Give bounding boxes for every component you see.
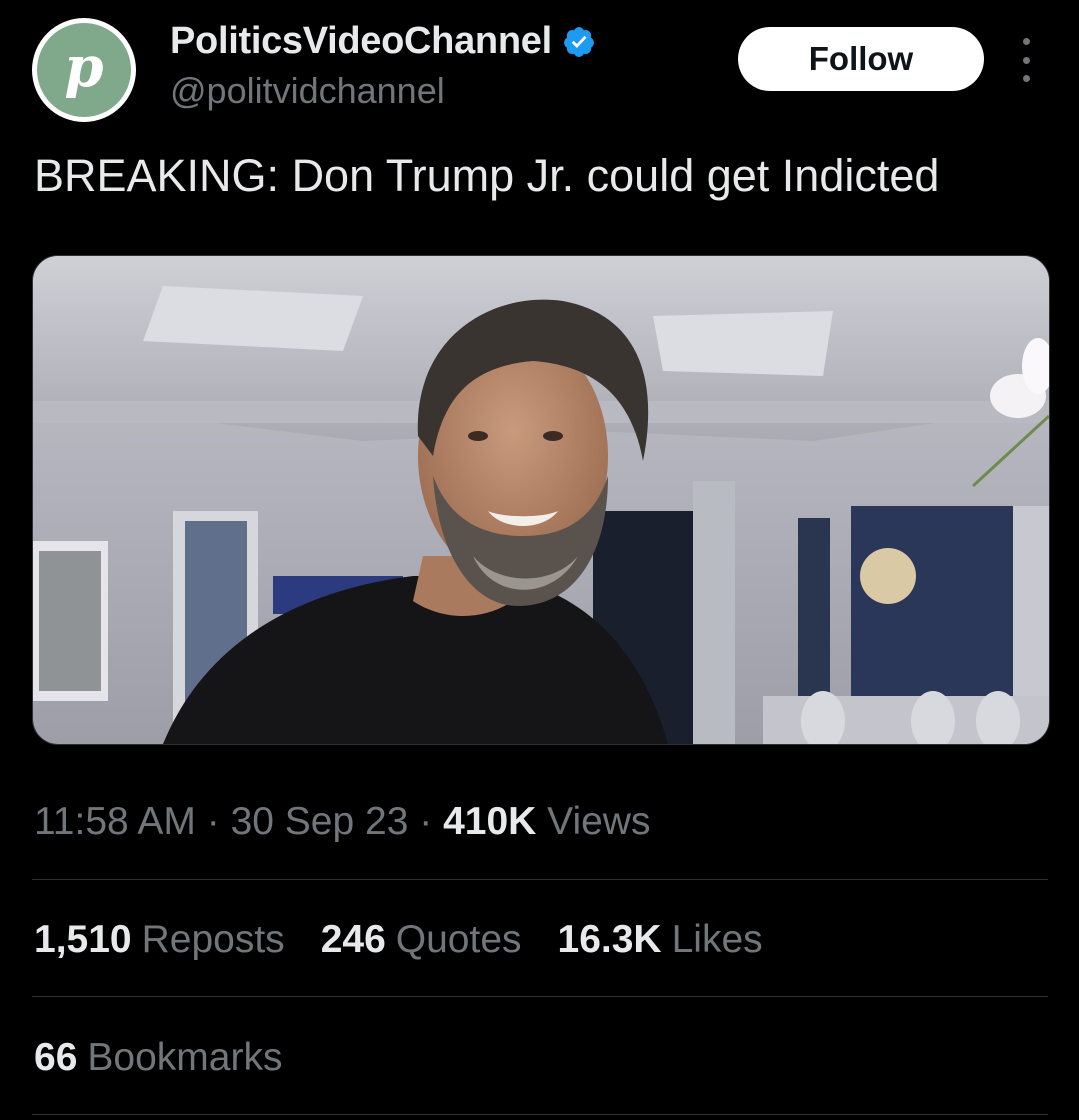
avatar-letter: p — [64, 34, 104, 100]
views-label: Views — [547, 800, 651, 843]
media-photo — [33, 256, 1049, 744]
more-options-icon[interactable] — [1008, 38, 1044, 82]
divider — [32, 1114, 1048, 1115]
more-dot — [1022, 75, 1030, 82]
divider — [32, 996, 1048, 997]
follow-button[interactable]: Follow — [738, 27, 984, 91]
bookmarks-count: 66 — [34, 1036, 78, 1079]
tweet-time[interactable]: 11:58 AM — [34, 800, 196, 843]
bookmarks-stat[interactable]: 66 Bookmarks — [34, 1036, 282, 1080]
more-dot — [1022, 56, 1030, 64]
tweet-text: BREAKING: Don Trump Jr. could get Indict… — [34, 150, 940, 201]
likes-count: 16.3K — [557, 918, 662, 961]
engagement-stats: 1,510 Reposts 246 Quotes 16.3K Likes — [34, 918, 799, 962]
quotes-stat[interactable]: 246 Quotes — [321, 918, 522, 962]
reposts-stat[interactable]: 1,510 Reposts — [34, 918, 285, 962]
account-handle[interactable]: @politvidchannel — [170, 70, 445, 112]
avatar[interactable]: p — [32, 18, 136, 122]
divider — [32, 879, 1048, 880]
likes-stat[interactable]: 16.3K Likes — [558, 918, 763, 962]
meta-separator: · — [195, 800, 231, 843]
reposts-count: 1,510 — [34, 918, 132, 961]
tweet-header: p PoliticsVideoChannel @politvidchannel … — [0, 0, 1079, 140]
name-row: PoliticsVideoChannel — [170, 20, 596, 63]
tweet-media-image[interactable] — [32, 255, 1050, 745]
quotes-label: Quotes — [395, 918, 522, 961]
bookmarks-label: Bookmarks — [87, 1036, 283, 1079]
likes-label: Likes — [671, 918, 763, 961]
views-count: 410K — [443, 800, 537, 843]
more-dot — [1022, 38, 1030, 45]
avatar-inner: p — [37, 23, 131, 117]
quotes-count: 246 — [320, 918, 386, 961]
tweet-meta: 11:58 AM · 30 Sep 23 · 410K Views — [34, 800, 650, 844]
display-name[interactable]: PoliticsVideoChannel — [170, 20, 552, 63]
meta-separator: · — [408, 800, 444, 843]
reposts-label: Reposts — [141, 918, 285, 961]
tweet-date[interactable]: 30 Sep 23 — [231, 800, 409, 843]
verified-badge-icon — [563, 26, 594, 57]
